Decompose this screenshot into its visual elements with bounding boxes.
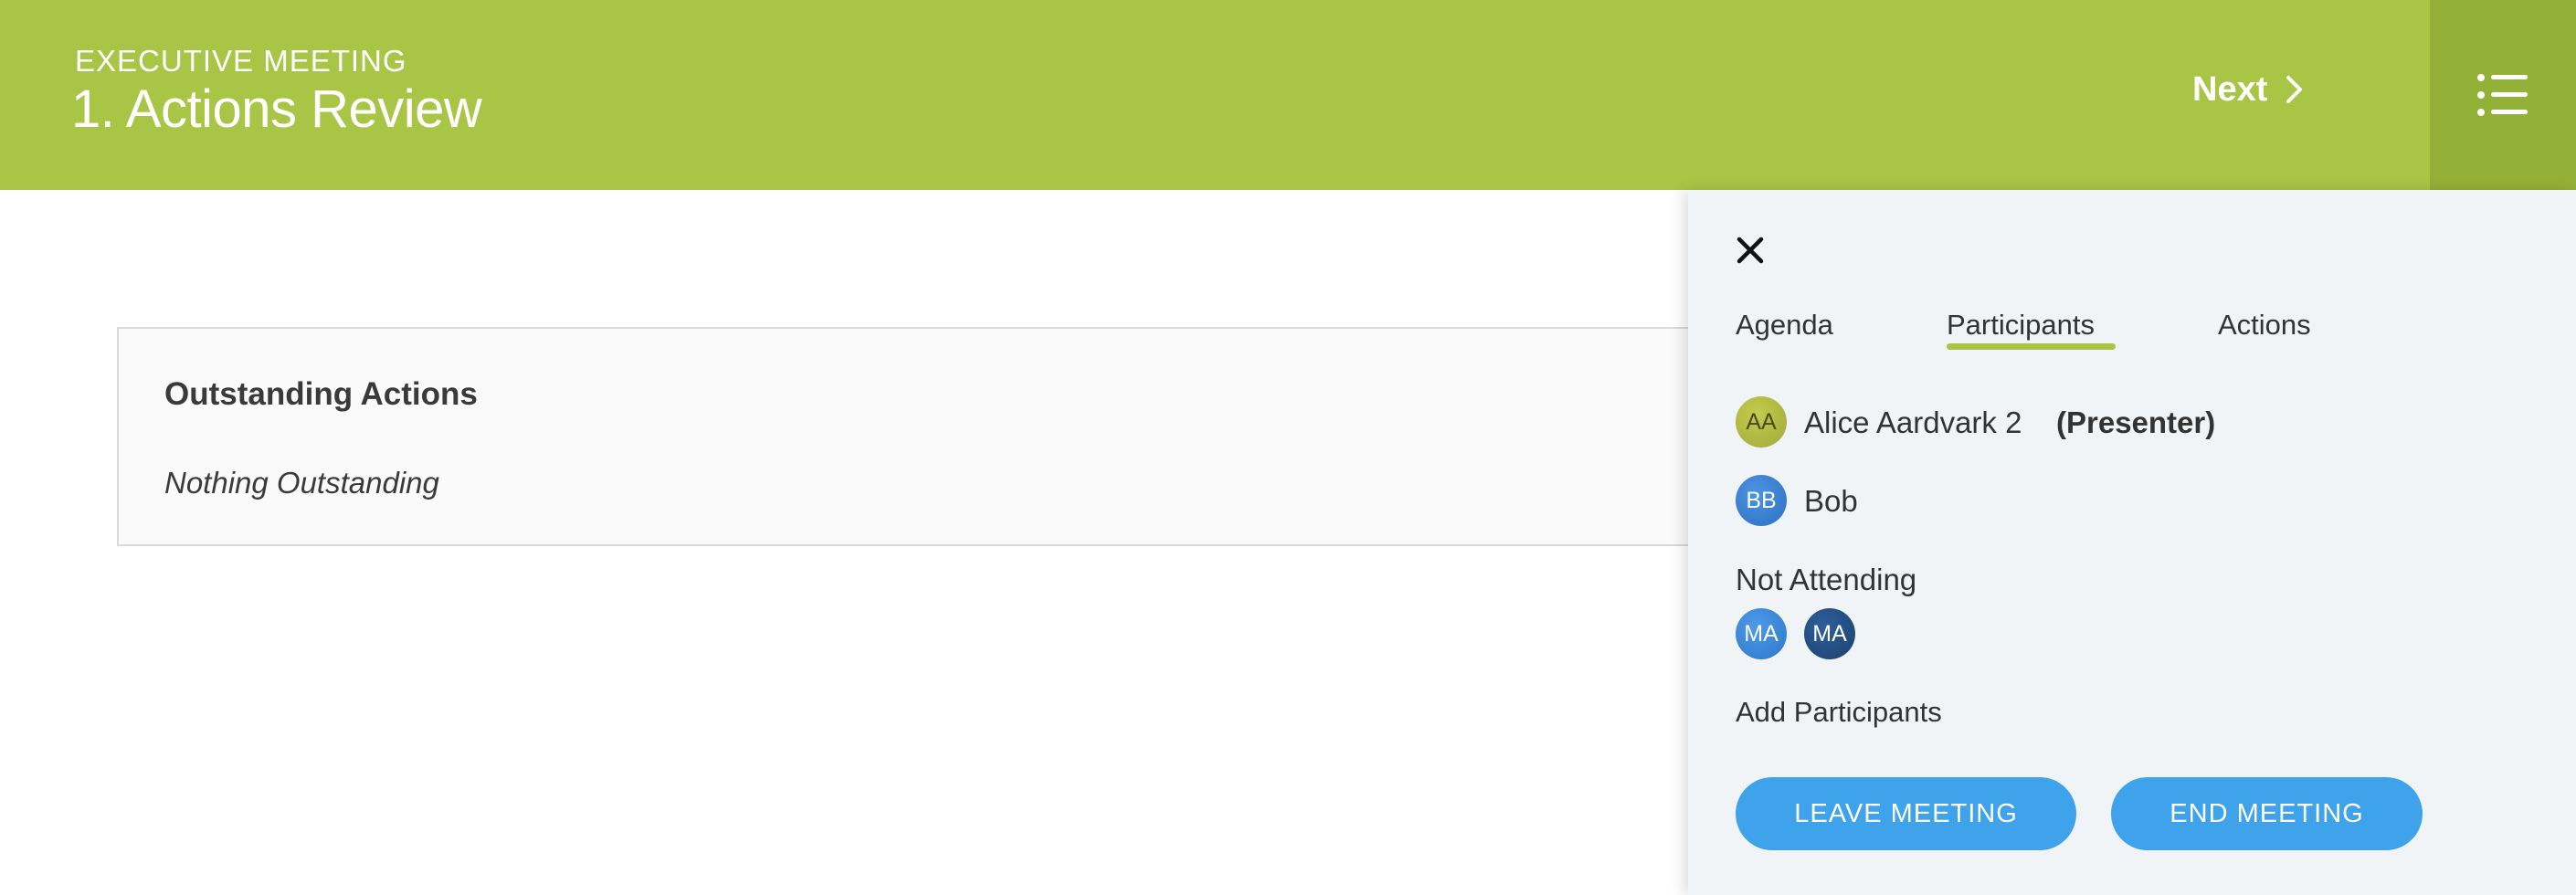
participant-name: Alice Aardvark 2 bbox=[1804, 405, 2022, 439]
avatar: MA bbox=[1736, 608, 1787, 659]
not-attending-label: Not Attending bbox=[1736, 563, 1917, 596]
outstanding-actions-card: Outstanding Actions Nothing Outstanding bbox=[117, 327, 1907, 546]
tab-actions[interactable]: Actions bbox=[2218, 309, 2311, 342]
chevron-right-icon bbox=[2286, 76, 2303, 103]
active-tab-indicator bbox=[1947, 343, 2116, 350]
add-participants-link[interactable]: Add Participants bbox=[1736, 696, 1942, 729]
next-button[interactable]: Next bbox=[2192, 62, 2306, 117]
next-button-label: Next bbox=[2192, 69, 2268, 109]
participant-name: Bob bbox=[1804, 484, 1858, 518]
menu-toggle-button[interactable] bbox=[2430, 0, 2576, 190]
meeting-header: EXECUTIVE MEETING 1. Actions Review Next bbox=[0, 0, 2576, 190]
close-panel-button[interactable] bbox=[1734, 234, 1767, 267]
empty-state-text: Nothing Outstanding bbox=[164, 466, 439, 500]
meeting-type-label: EXECUTIVE MEETING bbox=[75, 44, 407, 78]
tab-participants[interactable]: Participants bbox=[1947, 309, 2095, 342]
avatar: BB bbox=[1736, 475, 1787, 526]
tab-agenda[interactable]: Agenda bbox=[1736, 309, 1833, 342]
card-title: Outstanding Actions bbox=[164, 376, 478, 412]
avatar: AA bbox=[1736, 396, 1787, 448]
avatar: MA bbox=[1804, 608, 1855, 659]
presenter-badge: (Presenter) bbox=[2056, 405, 2216, 439]
close-icon bbox=[1737, 237, 1764, 264]
side-panel: Agenda Participants Actions AA Alice Aar… bbox=[1688, 190, 2576, 895]
leave-meeting-button[interactable]: LEAVE MEETING bbox=[1736, 777, 2076, 850]
end-meeting-button[interactable]: END MEETING bbox=[2111, 777, 2423, 850]
page-title: 1. Actions Review bbox=[71, 79, 482, 139]
list-menu-icon bbox=[2477, 74, 2528, 116]
